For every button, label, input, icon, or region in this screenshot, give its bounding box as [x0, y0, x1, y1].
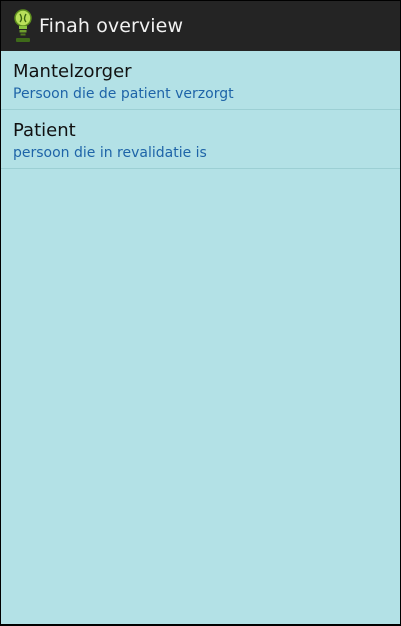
list-item-title: Patient	[13, 120, 76, 141]
list-item-patient[interactable]: Patient persoon die in revalidatie is	[1, 110, 400, 169]
app-title: Finah overview	[39, 15, 184, 37]
list-item-mantelzorger[interactable]: Mantelzorger Persoon die de patient verz…	[1, 51, 400, 110]
action-bar: Finah overview	[1, 1, 400, 51]
list-item-subtitle: Persoon die de patient verzorgt	[13, 86, 234, 102]
lightbulb-logo-icon[interactable]	[11, 7, 35, 45]
overview-list: Mantelzorger Persoon die de patient verz…	[1, 51, 400, 169]
app-window: Finah overview Mantelzorger Persoon die …	[1, 1, 400, 624]
list-item-subtitle: persoon die in revalidatie is	[13, 145, 207, 161]
list-item-title: Mantelzorger	[13, 61, 132, 82]
